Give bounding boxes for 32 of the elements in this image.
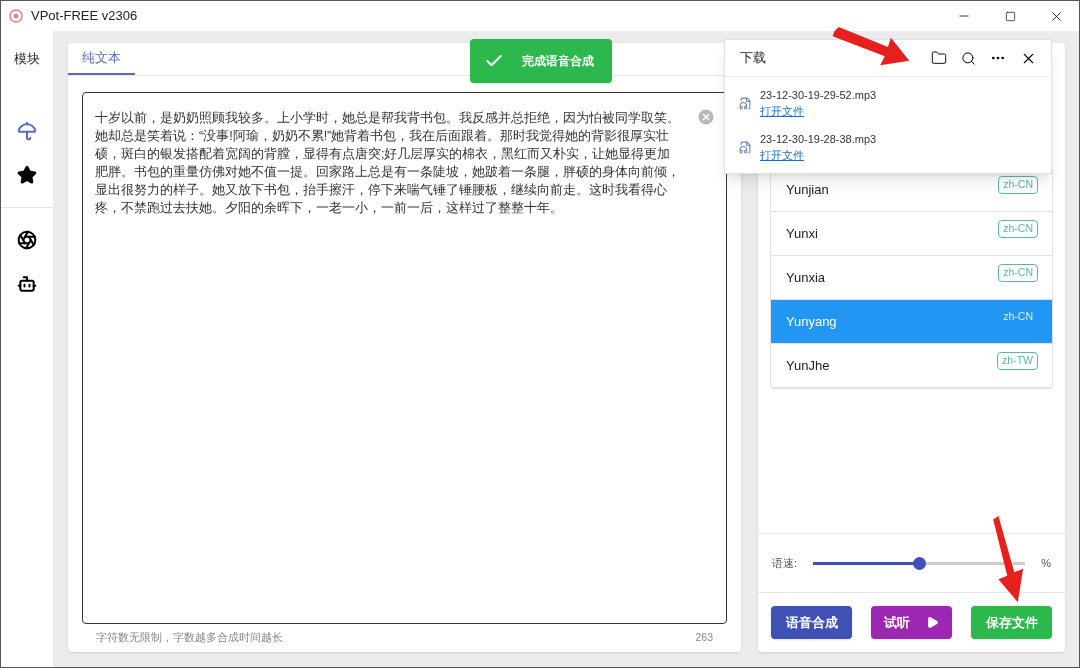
locale-tag: zh-CN: [998, 176, 1038, 194]
file-name: 23-12-30-19-29-52.mp3: [760, 87, 877, 103]
window-title: VPot-FREE v2306: [31, 7, 138, 26]
voice-item[interactable]: Yunxi zh-CN: [771, 212, 1052, 256]
open-file-link[interactable]: 打开文件: [760, 103, 877, 120]
app-logo-icon: [9, 9, 23, 23]
locale-tag: zh-CN: [998, 220, 1038, 238]
slider-thumb[interactable]: [913, 556, 927, 570]
maximize-icon: [1004, 10, 1016, 22]
action-button[interactable]: 试听: [871, 606, 952, 639]
folder-icon[interactable]: [931, 50, 947, 66]
open-file-link[interactable]: 打开文件: [760, 147, 877, 164]
text-content: 十岁以前，是奶奶照顾我较多。上小学时，她总是帮我背书包。我反感并总拒绝，因为怕被同学取笑。她却总是笑着说：“没事!阿瑜，奶奶不累!”她背着书包，我在后面跟着。那时我觉得她的背影很厚实壮硕，斑白的银发搭配着宽阔的背膛，显得有点唐突;好几层厚实的棉衣，黑红而又朴实，让她显得更加肥胖。书包的重量仿佛对她不值一提。回家路上总是有一条陡坡，她跛着一条腿，胖硕的身体向前倾，显出很努力的样子。她又放下书包，抬手擦汗，停下来喘气锤了锤腰板，继续向前走。这时我看得心疼，不禁跑过去扶她。夕阳的余晖下，一老一小，一前一后，这样过了整整十年。: [95, 110, 681, 217]
sidebar-heading: 模块: [14, 50, 40, 68]
play-icon: [926, 616, 939, 629]
search-icon[interactable]: [961, 50, 976, 66]
locale-tag: zh-CN: [998, 308, 1038, 326]
locale-tag: zh-CN: [998, 264, 1038, 282]
locale-tag: zh-TW: [997, 352, 1038, 370]
character-count: 263: [695, 630, 713, 646]
audio-file-icon: [739, 96, 752, 110]
audio-file-icon: [739, 140, 752, 154]
file-name: 23-12-30-19-28-38.mp3: [760, 131, 877, 147]
downloads-title: 下载: [740, 49, 766, 67]
speed-unit: %: [1041, 555, 1051, 571]
tab[interactable]: 纯文本: [68, 43, 135, 75]
toast: 完成语音合成: [470, 39, 612, 83]
speed-label: 语速:: [772, 555, 798, 571]
hint-text: 字符数无限制，字数越多合成时间越长: [96, 630, 283, 646]
text-area[interactable]: [82, 92, 727, 625]
voice-item[interactable]: YunJhe zh-TW: [771, 344, 1052, 388]
action-button[interactable]: 语音合成: [771, 606, 852, 639]
